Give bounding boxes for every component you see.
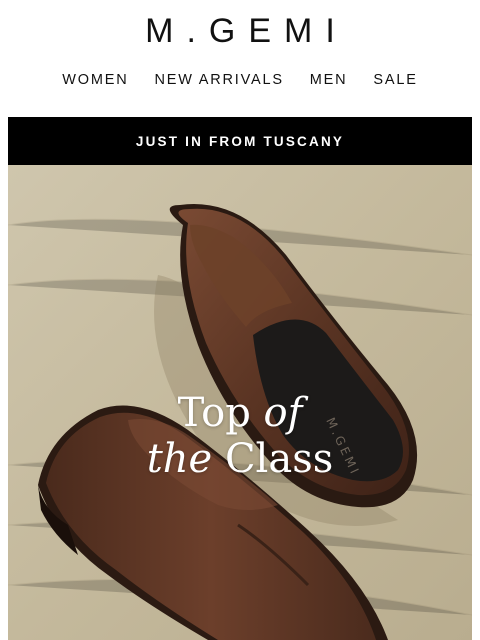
nav-item-new-arrivals[interactable]: NEW ARRIVALS <box>154 72 283 88</box>
nav-item-sale[interactable]: SALE <box>373 72 417 88</box>
hero-image[interactable]: M.GEMI Top of the Class <box>8 165 472 640</box>
brand-logo[interactable]: M.GEMI <box>0 12 480 51</box>
hero-title-of: of <box>263 390 303 436</box>
hero-title-the: the <box>146 436 213 482</box>
promo-banner[interactable]: JUST IN FROM TUSCANY <box>8 117 472 165</box>
hero-title-top: Top <box>177 390 251 436</box>
promo-banner-text: JUST IN FROM TUSCANY <box>135 133 345 149</box>
nav-item-men[interactable]: MEN <box>310 72 348 88</box>
hero-title-class: Class <box>224 436 334 482</box>
nav-item-women[interactable]: WOMEN <box>62 72 128 88</box>
hero-title: Top of the Class <box>8 390 472 482</box>
main-nav: WOMEN NEW ARRIVALS MEN SALE <box>0 72 480 88</box>
